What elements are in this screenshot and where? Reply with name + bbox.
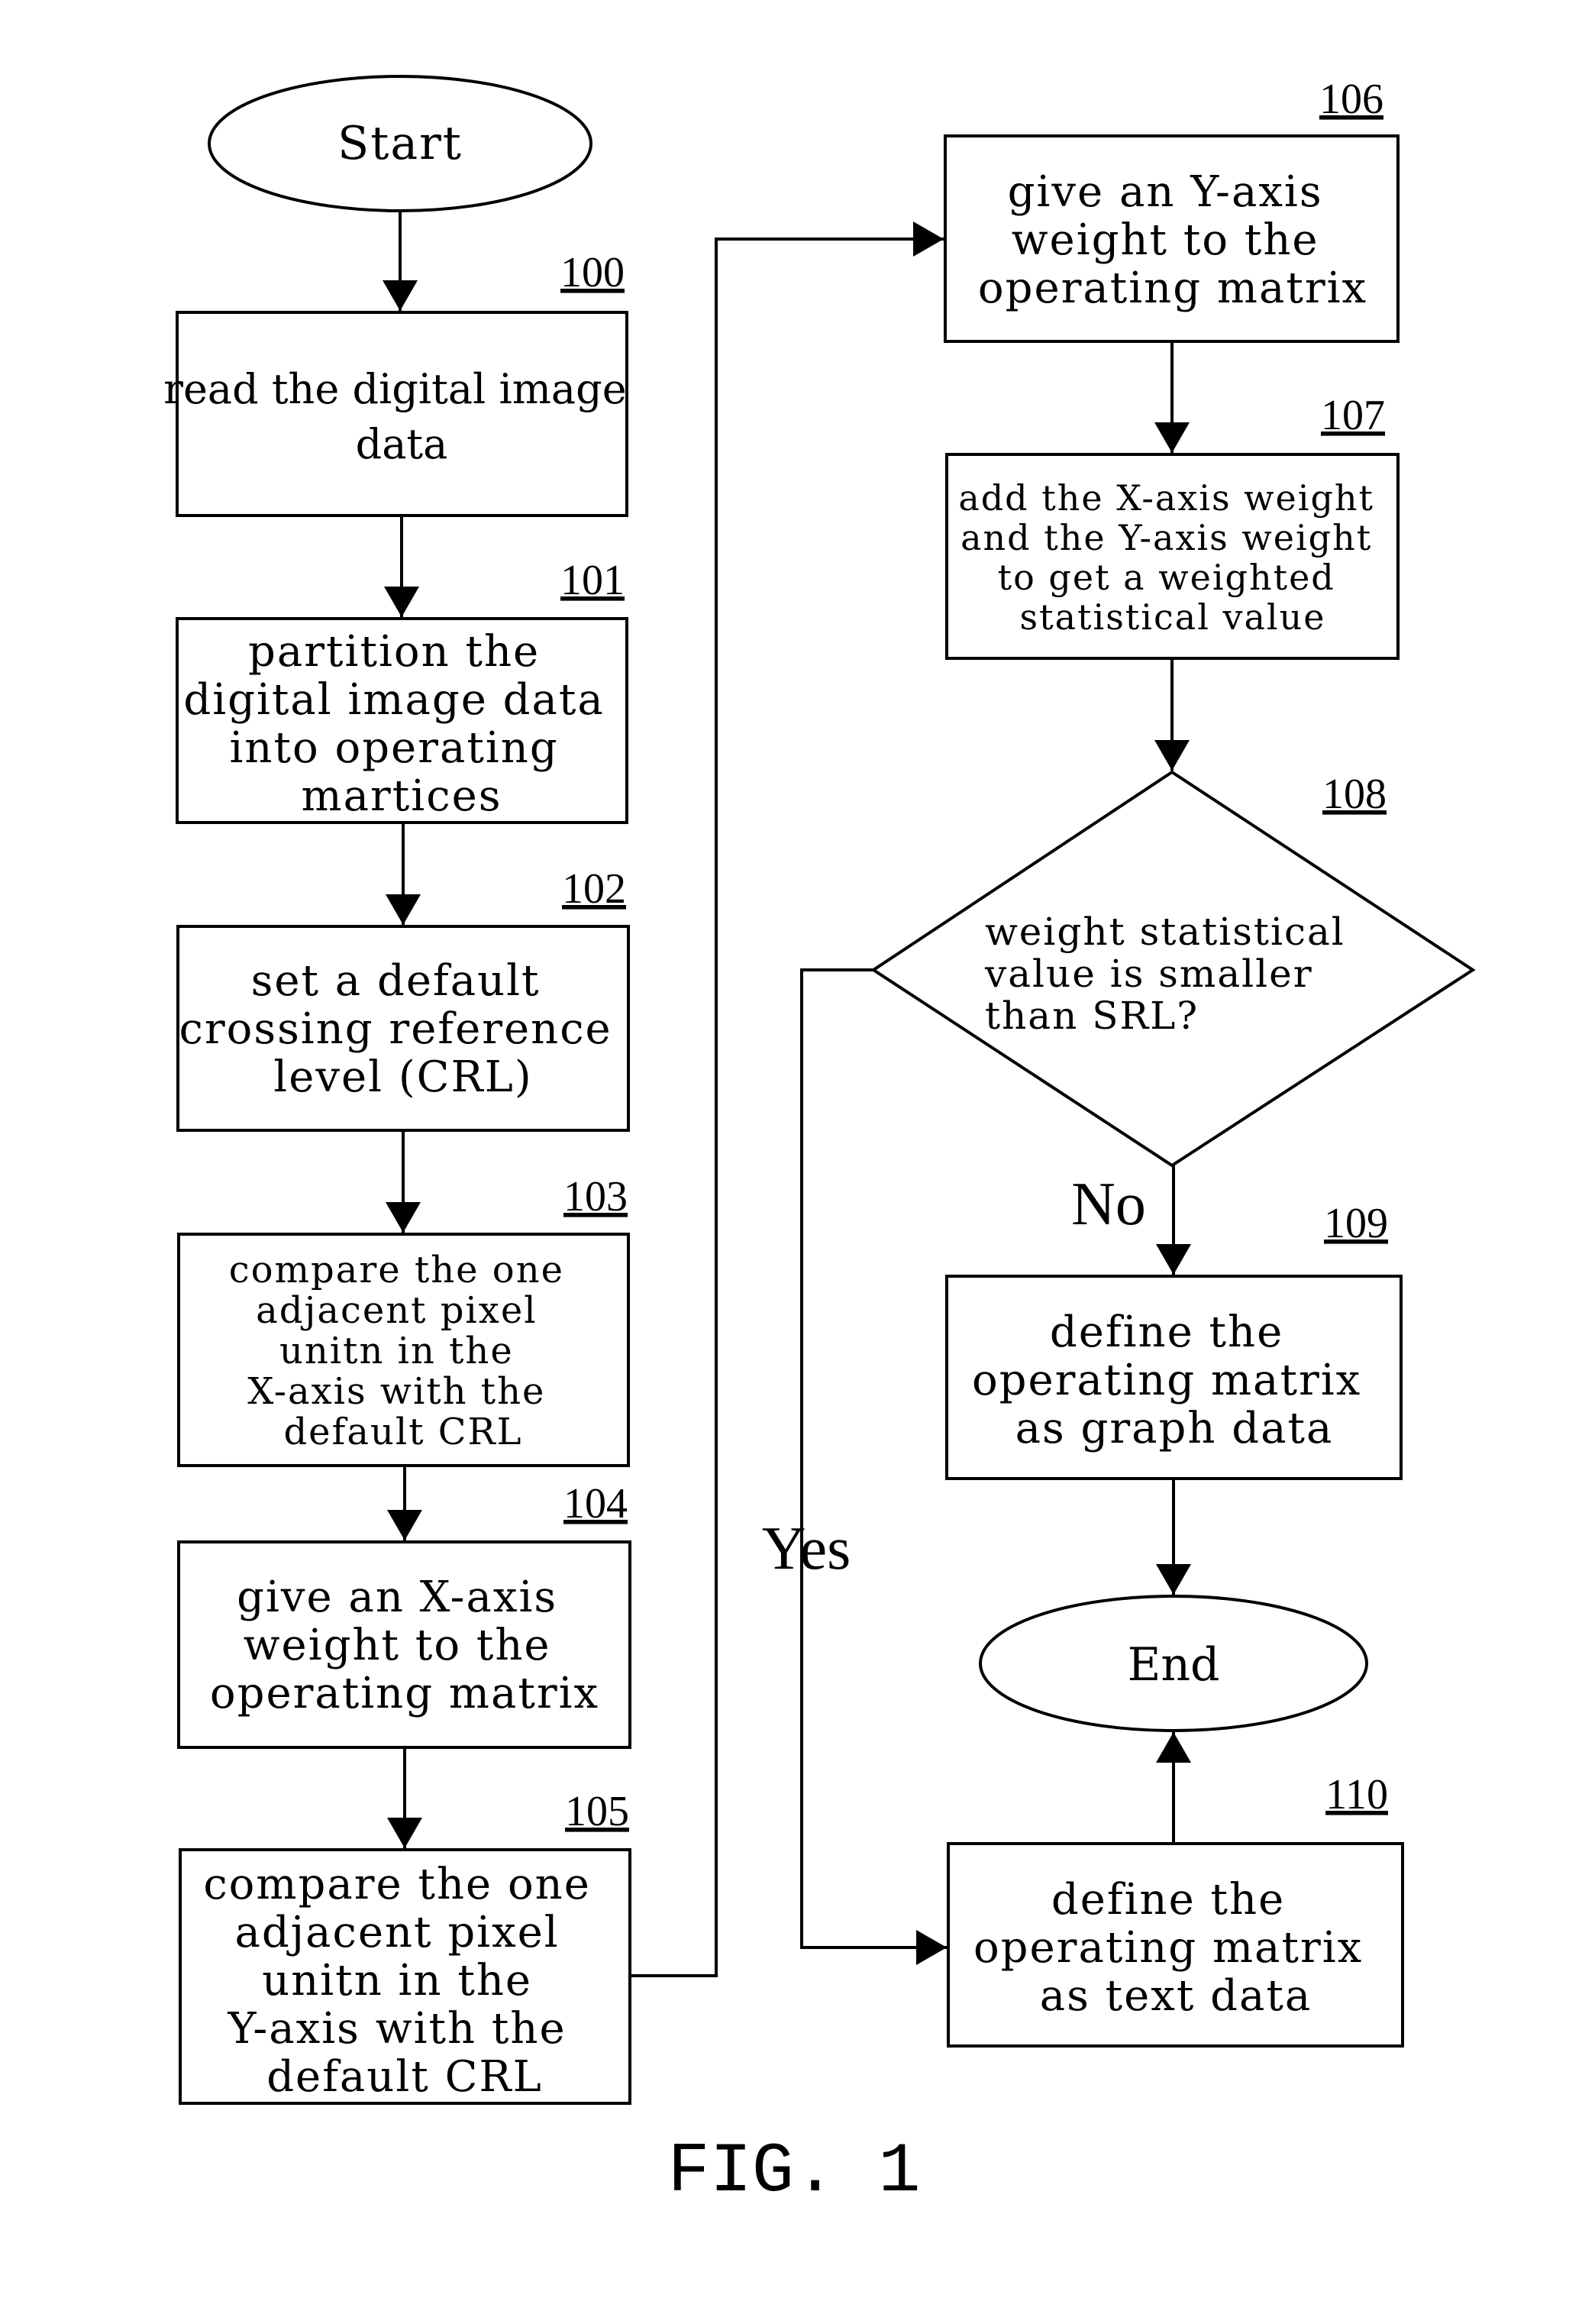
step-109-box: define the operating matrix as graph dat… bbox=[945, 1275, 1403, 1480]
step-106-box: give an Y-axis weight to the operating m… bbox=[944, 134, 1400, 343]
step-104-box: give an X-axis weight to the operating m… bbox=[177, 1540, 631, 1749]
arrow-108-110 bbox=[800, 968, 947, 1965]
step-104-text: give an X-axis weight to the operating m… bbox=[210, 1572, 599, 1718]
step-101-box: partition the digital image data into op… bbox=[176, 617, 628, 824]
step-107-box: add the X-axis weight and the Y-axis wei… bbox=[945, 453, 1400, 660]
ref-110: 110 bbox=[1325, 1771, 1388, 1818]
end-terminal: End bbox=[979, 1595, 1368, 1732]
start-terminal: Start bbox=[208, 75, 592, 212]
ref-106: 106 bbox=[1319, 76, 1383, 123]
end-label: End bbox=[1128, 1638, 1220, 1692]
ref-107: 107 bbox=[1321, 392, 1385, 439]
start-label: Start bbox=[337, 117, 463, 170]
ref-105: 105 bbox=[565, 1788, 629, 1835]
ref-102: 102 bbox=[562, 865, 626, 913]
step-107-text: add the X-axis weight and the Y-axis wei… bbox=[958, 477, 1387, 638]
decision-108-diamond: weight statistical value is smaller than… bbox=[870, 770, 1476, 1168]
step-110-box: define the operating matrix as text data bbox=[947, 1842, 1404, 2048]
step-103-box: compare the one adjacent pixel unitn in … bbox=[177, 1233, 630, 1467]
ref-101: 101 bbox=[560, 557, 625, 604]
ref-109: 109 bbox=[1324, 1200, 1388, 1247]
branch-no-label: No bbox=[1071, 1171, 1146, 1238]
step-106-text: give an Y-axis weight to the operating m… bbox=[978, 167, 1367, 313]
figure-caption: FIG. 1 bbox=[667, 2132, 920, 2212]
ref-100: 100 bbox=[560, 249, 625, 296]
step-100-box: read the digital image data bbox=[163, 311, 628, 517]
ref-103: 103 bbox=[563, 1173, 628, 1220]
arrow-105-106 bbox=[630, 221, 944, 1977]
ref-104: 104 bbox=[563, 1480, 628, 1527]
ref-108: 108 bbox=[1322, 771, 1387, 818]
flowchart: Start 100 read the digital image data 10… bbox=[163, 75, 1476, 2212]
branch-yes-label: Yes bbox=[762, 1515, 851, 1582]
step-102-box: set a default crossing reference level (… bbox=[176, 925, 630, 1132]
step-105-box: compare the one adjacent pixel unitn in … bbox=[179, 1848, 631, 2105]
